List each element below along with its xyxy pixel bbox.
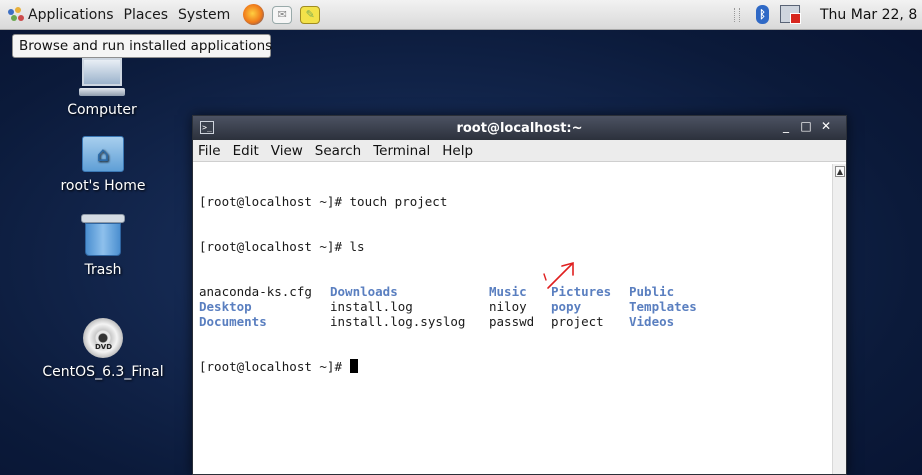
- ls-output-row: anaconda-ks.cfg Downloads Music Pictures Pub…: [199, 284, 829, 299]
- terminal-prompt: [root@localhost ~]#: [199, 359, 350, 374]
- applications-menu-icon[interactable]: [8, 6, 24, 23]
- menu-help[interactable]: Help: [442, 143, 473, 159]
- mail-launcher-icon[interactable]: ✉: [272, 5, 293, 24]
- firefox-launcher-icon[interactable]: [243, 4, 265, 25]
- notes-launcher-icon[interactable]: ✎: [300, 5, 321, 24]
- ls-file-entry: passwd: [489, 314, 535, 329]
- terminal-prompt-line: [root@localhost ~]#: [199, 359, 829, 374]
- close-icon[interactable]: ✕: [816, 119, 836, 133]
- home-folder-icon: ⌂: [82, 136, 124, 172]
- minimize-icon[interactable]: _: [776, 119, 796, 133]
- dvd-icon: DVD: [83, 318, 123, 358]
- tray-separator: [734, 8, 740, 22]
- ls-directory-entry: Documents: [199, 314, 267, 329]
- ls-file-entry: install.log.syslog: [330, 314, 466, 329]
- tooltip: Browse and run installed applications: [12, 34, 272, 58]
- terminal-line: [root@localhost ~]# ls: [199, 239, 365, 254]
- terminal-scrollbar[interactable]: ▲: [832, 164, 846, 474]
- applications-menu[interactable]: Applications: [28, 0, 119, 30]
- computer-icon: [79, 58, 125, 96]
- ls-output-row: Desktop install.log niloy popy Templates: [199, 299, 829, 314]
- ls-directory-entry: Videos: [629, 314, 675, 329]
- system-menu[interactable]: System: [173, 0, 235, 30]
- trash-icon: [81, 214, 125, 256]
- ls-directory-entry: Downloads: [330, 284, 398, 299]
- ls-output-row: Documents install.log.syslog passwd project…: [199, 314, 829, 329]
- desktop-icon-dvd[interactable]: DVD CentOS_6.3_Final: [40, 318, 166, 380]
- menu-search[interactable]: Search: [315, 143, 361, 159]
- top-panel: Applications Places System ✉ ✎ ᛒ Thu Mar…: [0, 0, 922, 30]
- terminal-menubar: File Edit View Search Terminal Help: [193, 140, 846, 162]
- ls-file-entry: install.log: [330, 299, 413, 314]
- terminal-output[interactable]: [root@localhost ~]# touch project [root@…: [199, 164, 829, 474]
- ls-file-entry: project: [551, 314, 604, 329]
- places-menu[interactable]: Places: [119, 0, 174, 30]
- desktop-icon-computer[interactable]: Computer: [64, 58, 140, 118]
- desktop-icon-label: CentOS_6.3_Final: [42, 364, 164, 380]
- desktop-icon-trash[interactable]: Trash: [64, 214, 142, 278]
- desktop-icon-label: Trash: [84, 262, 122, 278]
- ls-directory-entry: Desktop: [199, 299, 252, 314]
- maximize-icon[interactable]: □: [796, 119, 816, 133]
- terminal-cursor: [349, 359, 358, 373]
- bluetooth-icon[interactable]: ᛒ: [756, 5, 769, 24]
- ls-file-entry: niloy: [489, 299, 527, 314]
- terminal-line: [root@localhost ~]# touch project: [199, 194, 448, 209]
- menu-file[interactable]: File: [198, 143, 221, 159]
- menu-terminal[interactable]: Terminal: [373, 143, 430, 159]
- scroll-up-icon[interactable]: ▲: [835, 166, 845, 177]
- annotation-arrow-icon: [543, 261, 574, 289]
- clock[interactable]: Thu Mar 22, 8: [820, 0, 917, 30]
- ls-directory-entry: Templates: [629, 299, 697, 314]
- terminal-titlebar[interactable]: >_ root@localhost:~ _ □ ✕: [193, 116, 846, 140]
- desktop-icon-home[interactable]: ⌂ root's Home: [60, 136, 146, 194]
- ls-file-entry: anaconda-ks.cfg: [199, 284, 312, 299]
- ls-directory-entry: Public: [629, 284, 675, 299]
- terminal-window[interactable]: >_ root@localhost:~ _ □ ✕ File Edit View…: [192, 115, 847, 475]
- ls-directory-entry: popy: [551, 299, 582, 314]
- desktop-icon-label: root's Home: [60, 178, 146, 194]
- desktop-icon-label: Computer: [67, 102, 137, 118]
- window-title: root@localhost:~: [456, 120, 583, 136]
- ls-directory-entry: Music: [489, 284, 527, 299]
- network-icon[interactable]: [780, 5, 801, 24]
- menu-edit[interactable]: Edit: [233, 143, 259, 159]
- menu-view[interactable]: View: [271, 143, 303, 159]
